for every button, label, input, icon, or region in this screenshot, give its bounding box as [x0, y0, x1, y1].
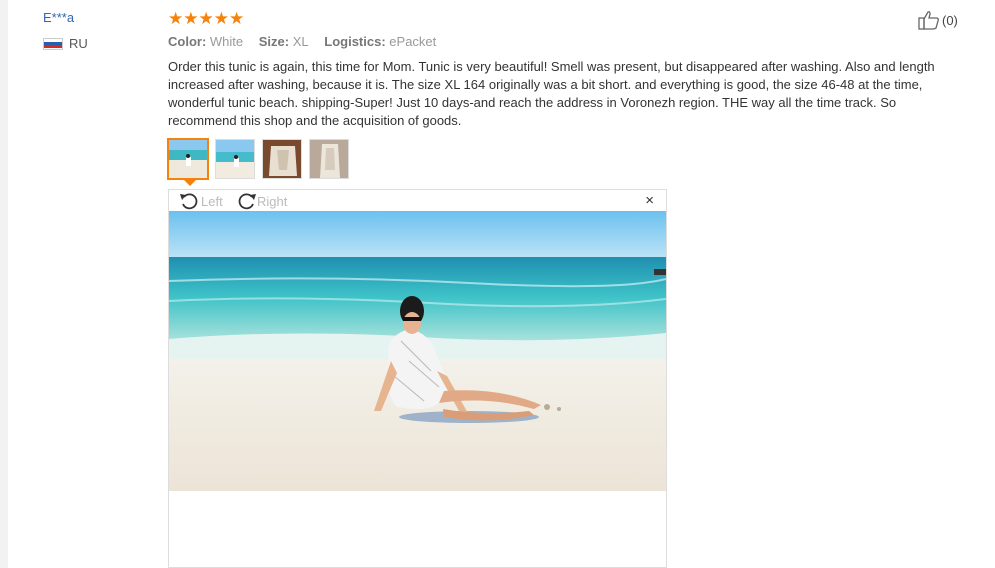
rotate-right-icon [238, 193, 256, 210]
russia-flag-icon [43, 37, 63, 50]
star-icon: ★ [168, 9, 184, 28]
review-text: Order this tunic is again, this time for… [168, 59, 935, 128]
photo-thumbnail[interactable] [167, 138, 209, 180]
star-icon: ★ [198, 9, 214, 28]
color-label: Color: [168, 34, 207, 49]
review-photo-large [169, 211, 666, 491]
photo-thumbnail[interactable] [262, 139, 302, 179]
star-icon: ★ [213, 9, 229, 28]
close-icon[interactable]: × [645, 193, 654, 208]
color-value: White [209, 34, 244, 49]
photo-thumbnail[interactable] [309, 139, 349, 179]
helpful-button[interactable]: (0) [918, 10, 958, 30]
reviewer-name: E***a [43, 10, 75, 25]
selected-thumbnail-pointer [184, 180, 196, 186]
photo-thumbnail[interactable] [215, 139, 255, 179]
rotate-right-label: Right [257, 193, 288, 209]
country-code: RU [69, 36, 88, 51]
rotate-left-label: Left [201, 193, 223, 209]
logistics-value: ePacket [389, 34, 437, 49]
order-meta: Color: White Size: XL Logistics: ePacket [168, 34, 448, 49]
helpful-count: (0) [942, 12, 958, 28]
review-photo-thumbnails [167, 138, 356, 180]
rotate-left-button[interactable]: Left [179, 191, 223, 211]
viewer-toolbar: Left Right × [169, 190, 666, 211]
thumbs-up-icon [918, 11, 939, 30]
size-value: XL [292, 34, 309, 49]
star-icon: ★ [229, 9, 245, 28]
reviewer-info: E***a RU [43, 10, 88, 51]
photo-viewer: Left Right × [168, 189, 667, 568]
left-rail [0, 0, 8, 568]
star-icon: ★ [183, 9, 199, 28]
rotate-right-button[interactable]: Right [235, 191, 287, 211]
reviewer-country: RU [43, 36, 88, 51]
size-label: Size: [258, 34, 290, 49]
star-rating: ★ ★ ★ ★ ★ [168, 10, 244, 27]
rotate-left-icon [180, 193, 198, 210]
logistics-label: Logistics: [324, 34, 386, 49]
